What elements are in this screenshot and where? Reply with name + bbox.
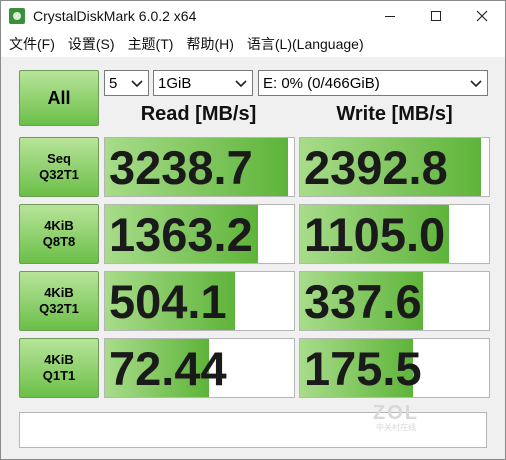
test-count-value: 5: [109, 74, 118, 92]
result-value: 337.6: [304, 275, 422, 328]
seq-q32t1-button[interactable]: Seq Q32T1: [19, 137, 99, 197]
result-value: 72.44: [109, 342, 227, 395]
4k-q1t1-read-result: 72.44: [104, 338, 295, 398]
4k-q32t1-button[interactable]: 4KiB Q32T1: [19, 271, 99, 331]
window-title: CrystalDiskMark 6.0.2 x64: [33, 8, 197, 24]
test-label-line2: Q8T8: [42, 234, 76, 249]
result-value: 1105.0: [304, 208, 446, 261]
menu-theme[interactable]: 主题(T): [128, 34, 174, 54]
test-size-value: 1GiB: [158, 74, 192, 92]
test-label-line1: 4KiB: [44, 218, 74, 233]
chevron-down-icon: [235, 80, 247, 88]
menu-help[interactable]: 帮助(H): [186, 34, 233, 54]
menu-language[interactable]: 语言(L)(Language): [247, 34, 364, 54]
result-value: 504.1: [109, 275, 227, 328]
menu-bar: 文件(F) 设置(S) 主题(T) 帮助(H) 语言(L)(Language): [1, 31, 505, 57]
menu-file[interactable]: 文件(F): [9, 34, 55, 54]
seq-write-result: 2392.8: [299, 137, 490, 197]
result-value: 1363.2: [109, 208, 253, 261]
chevron-down-icon: [470, 80, 482, 88]
title-bar: CrystalDiskMark 6.0.2 x64: [1, 1, 505, 31]
chevron-down-icon: [131, 80, 143, 88]
app-disk-icon: [9, 8, 25, 24]
read-column-header: Read [MB/s]: [140, 103, 257, 125]
4k-q1t1-write-result: 175.5: [299, 338, 490, 398]
test-count-select[interactable]: 5: [104, 70, 149, 96]
watermark-subtitle: 中关村在线: [376, 423, 416, 432]
test-label-line1: 4KiB: [44, 285, 74, 300]
test-label-line2: Q1T1: [42, 368, 76, 383]
test-label-line2: Q32T1: [39, 167, 79, 182]
4k-q32t1-write-result: 337.6: [299, 271, 490, 331]
4k-q1t1-button[interactable]: 4KiB Q1T1: [19, 338, 99, 398]
seq-read-result: 3238.7: [104, 137, 295, 197]
result-value: 2392.8: [304, 141, 448, 194]
drive-select[interactable]: E: 0% (0/466GiB): [258, 70, 488, 96]
maximize-button[interactable]: [413, 1, 459, 31]
4k-q8t8-write-result: 1105.0: [299, 204, 490, 264]
write-column-header: Write [MB/s]: [336, 103, 453, 125]
app-window: CrystalDiskMark 6.0.2 x64 文件(F) 设置(S) 主题…: [0, 0, 506, 460]
test-size-select[interactable]: 1GiB: [153, 70, 253, 96]
run-all-button[interactable]: All: [19, 70, 99, 126]
test-label-line1: 4KiB: [44, 352, 74, 367]
4k-q8t8-read-result: 1363.2: [104, 204, 295, 264]
close-icon: [476, 10, 488, 22]
maximize-icon: [431, 11, 441, 21]
watermark: ZOL 中关村在线: [366, 403, 426, 433]
watermark-logo: ZOL: [373, 402, 419, 424]
test-label-line1: Seq: [47, 151, 71, 166]
4k-q32t1-read-result: 504.1: [104, 271, 295, 331]
result-value: 175.5: [304, 342, 422, 395]
minimize-button[interactable]: [367, 1, 413, 31]
drive-value: E: 0% (0/466GiB): [263, 74, 380, 92]
result-value: 3238.7: [109, 141, 253, 194]
menu-settings[interactable]: 设置(S): [68, 34, 115, 54]
main-panel: All 5 1GiB E: 0% (0/466GiB) Read [MB/s] …: [1, 57, 505, 459]
minimize-icon: [385, 15, 395, 17]
close-button[interactable]: [459, 1, 505, 31]
test-label-line2: Q32T1: [39, 301, 79, 316]
4k-q8t8-button[interactable]: 4KiB Q8T8: [19, 204, 99, 264]
